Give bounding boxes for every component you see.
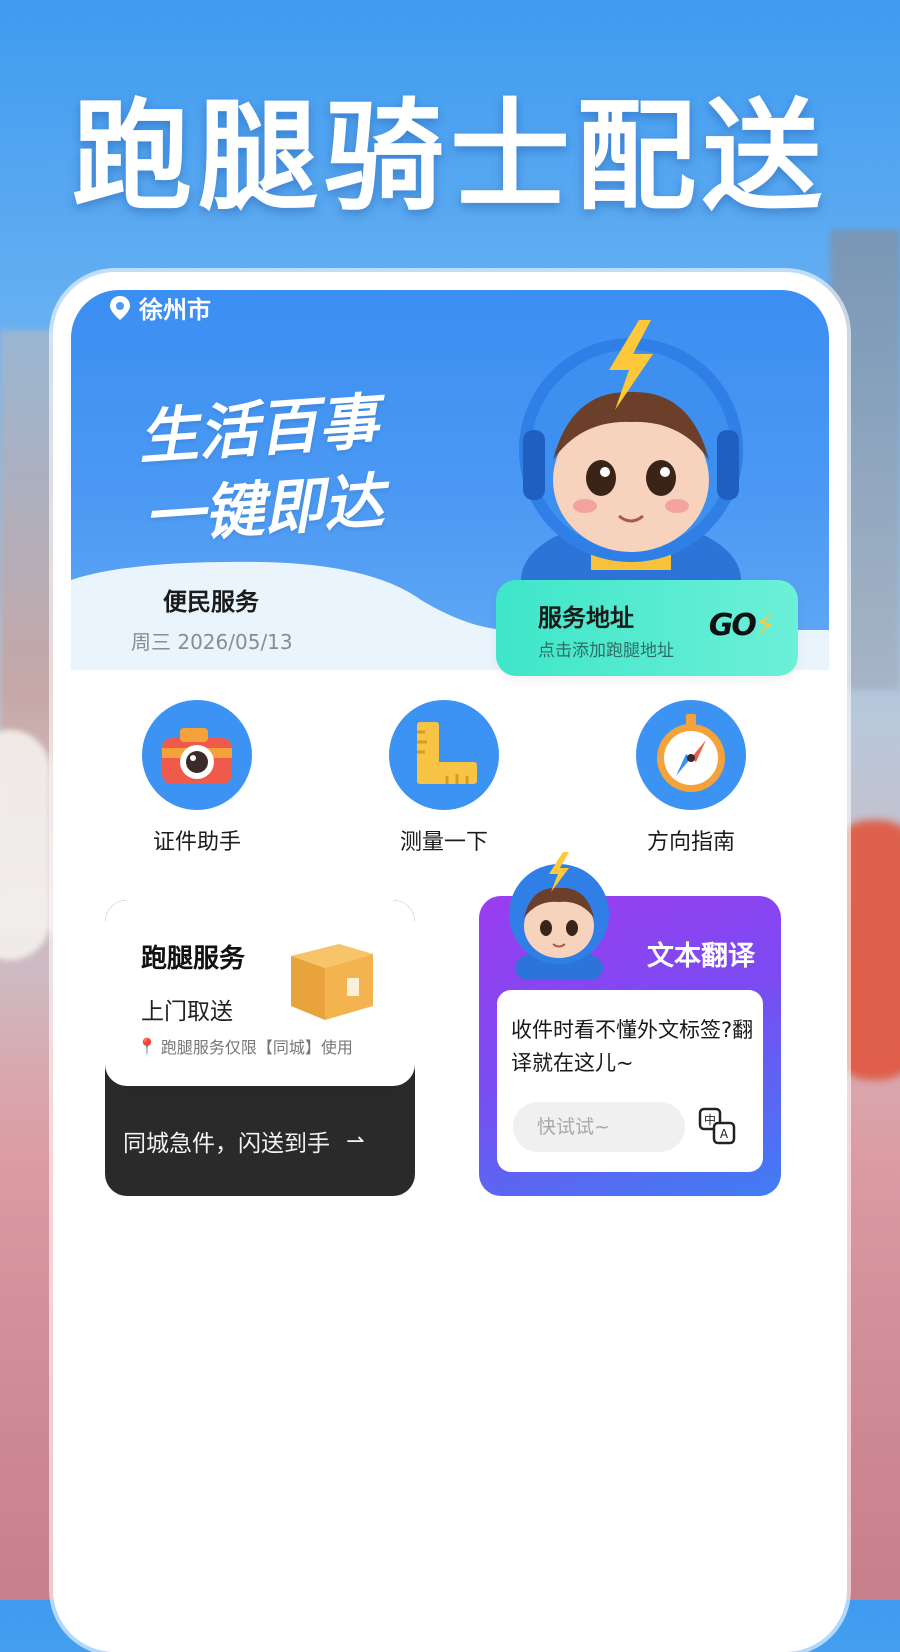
errand-note-text: 跑腿服务仅限【同城】使用 — [160, 1038, 353, 1057]
errand-card-subtitle: 上门取送 — [141, 999, 233, 1025]
courier-mascot-small-image — [509, 852, 609, 980]
address-card-subtitle: 点击添加跑腿地址 — [538, 641, 674, 661]
location-selector[interactable]: 徐州市 — [109, 290, 211, 325]
translate-prompt-text: 收件时看不懂外文标签?翻译就在这儿~ — [511, 1018, 754, 1075]
package-box-icon — [291, 944, 373, 1020]
location-city: 徐州市 — [139, 296, 211, 324]
translate-icon[interactable]: 中 A — [697, 1106, 737, 1146]
map-pin-icon: 📍 — [137, 1036, 157, 1056]
errand-card-title: 跑腿服务 — [141, 944, 246, 974]
tool-label: 方向指南 — [646, 830, 735, 855]
tool-label: 测量一下 — [399, 830, 488, 855]
go-label: GO — [708, 608, 757, 643]
phone-frame: 徐州市 生活百事 一键即达 便民服务 周三 2026/05/13 服务地址 点击… — [53, 272, 847, 1652]
app-screen: 徐州市 生活百事 一键即达 便民服务 周三 2026/05/13 服务地址 点击… — [71, 290, 829, 1652]
lightning-icon: ⚡ — [754, 608, 776, 643]
promo-headline: 跑腿骑士配送 — [72, 88, 828, 227]
translate-card-title: 文本翻译 — [647, 941, 755, 972]
translate-panel: 收件时看不懂外文标签?翻译就在这儿~ 中 A — [497, 990, 763, 1172]
errand-service-card[interactable]: 跑腿服务 上门取送 📍 跑腿服务仅限【同城】使用 同城急件，闪送到手 ⇀ — [105, 900, 415, 1196]
tool-id-assistant[interactable]: 证件助手 — [127, 700, 267, 856]
camera-icon — [142, 700, 252, 810]
arrow-right-icon: ⇀ — [346, 1128, 365, 1154]
compass-icon — [636, 700, 746, 810]
tool-compass[interactable]: 方向指南 — [621, 700, 761, 856]
errand-card-top: 跑腿服务 上门取送 📍 跑腿服务仅限【同城】使用 — [105, 900, 415, 1086]
go-icon[interactable]: GO⚡ — [708, 608, 776, 643]
errand-card-footer: 同城急件，闪送到手 ⇀ — [123, 1124, 364, 1158]
service-date: 周三 2026/05/13 — [131, 630, 293, 654]
svg-text:A: A — [720, 1127, 729, 1141]
tool-measure[interactable]: 测量一下 — [374, 700, 514, 856]
service-address-card[interactable]: 服务地址 点击添加跑腿地址 GO⚡ — [496, 580, 798, 676]
service-section-title: 便民服务 — [163, 588, 259, 616]
errand-card-note: 📍 跑腿服务仅限【同城】使用 — [137, 1034, 353, 1058]
tool-label: 证件助手 — [152, 830, 241, 855]
slogan-line-2: 一键即达 — [141, 466, 386, 554]
hero-slogan: 生活百事 一键即达 — [136, 382, 387, 558]
text-translate-card[interactable]: 文本翻译 收件时看不懂外文标签?翻译就在这儿~ 中 A — [479, 852, 781, 1196]
ruler-icon — [389, 700, 499, 810]
address-card-title: 服务地址 — [538, 604, 634, 632]
background-car-left — [0, 730, 50, 960]
translate-input[interactable] — [513, 1102, 685, 1152]
svg-text:中: 中 — [704, 1112, 716, 1127]
location-pin-icon — [110, 295, 130, 320]
errand-footer-text: 同城急件，闪送到手 — [123, 1131, 330, 1157]
